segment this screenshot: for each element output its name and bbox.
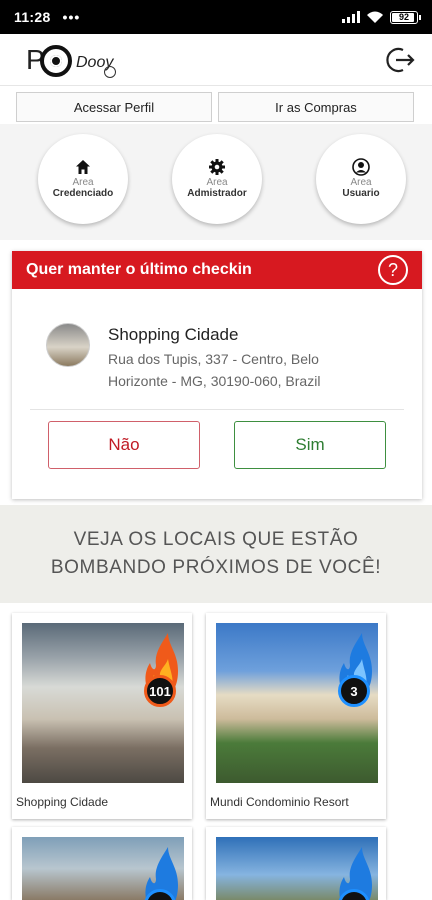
top-buttons: Acessar Perfil Ir as Compras	[16, 92, 414, 122]
checkin-header: Quer manter o último checkin ?	[12, 251, 422, 289]
home-icon	[76, 160, 90, 174]
logout-icon[interactable]	[384, 44, 416, 76]
trending-count: 101	[144, 675, 176, 707]
battery-level: 92	[398, 12, 409, 22]
logo-badge-icon	[104, 66, 116, 78]
trending-badge: 101	[138, 631, 182, 711]
place-photo	[22, 837, 184, 900]
place-card-name: Shopping Cidade	[16, 795, 109, 809]
trending-badge	[138, 845, 182, 900]
app-header: P Dooy	[0, 34, 432, 86]
area-usuario-button[interactable]: Area Usuario	[316, 134, 406, 224]
area-administrador-button[interactable]: Area Admistrador	[172, 134, 262, 224]
trending-badge: 3	[332, 631, 376, 711]
app-logo[interactable]: P Dooy	[26, 42, 136, 80]
status-time: 11:28	[14, 9, 51, 25]
place-card[interactable]: 101 Shopping Cidade	[12, 613, 192, 819]
place-address: Rua dos Tupis, 337 - Centro, Belo Horizo…	[108, 351, 321, 389]
place-photo: 3	[216, 623, 378, 783]
checkin-card: Quer manter o último checkin ? Shopping …	[12, 251, 422, 499]
help-icon[interactable]: ?	[378, 255, 408, 285]
area-selector: Area Credenciado Area Admistrador Area U…	[0, 124, 432, 240]
place-card[interactable]	[206, 827, 386, 900]
status-icons: 92	[342, 10, 421, 24]
places-grid: 101 Shopping Cidade 3 Mundi Condominio R…	[0, 603, 432, 900]
promo-line-1: VEJA OS LOCAIS QUE ESTÃO	[73, 529, 359, 550]
place-photo: 101	[22, 623, 184, 783]
gear-icon	[209, 159, 225, 175]
yes-button[interactable]: Sim	[234, 421, 386, 469]
wifi-icon	[367, 11, 383, 23]
checkin-title: Quer manter o último checkin	[26, 261, 252, 278]
promo-line-2: BOMBANDO PRÓXIMOS DE VOCÊ!	[50, 557, 382, 578]
status-bar: 11:28 ••• 92	[0, 0, 432, 34]
trending-badge	[332, 845, 376, 900]
battery-icon: 92	[390, 10, 421, 24]
user-icon	[352, 158, 370, 176]
place-card-name: Mundi Condominio Resort	[210, 795, 349, 809]
signal-icon	[342, 11, 360, 23]
promo-banner: VEJA OS LOCAIS QUE ESTÃO BOMBANDO PRÓXIM…	[0, 505, 432, 603]
profile-button[interactable]: Acessar Perfil	[16, 92, 212, 122]
place-name: Shopping Cidade	[108, 325, 239, 344]
place-card[interactable]	[12, 827, 192, 900]
no-button[interactable]: Não	[48, 421, 200, 469]
trending-count: 3	[338, 675, 370, 707]
shopping-button[interactable]: Ir as Compras	[218, 92, 414, 122]
status-notification-dots: •••	[62, 9, 81, 25]
divider	[30, 409, 404, 410]
place-card[interactable]: 3 Mundi Condominio Resort	[206, 613, 386, 819]
place-photo	[216, 837, 378, 900]
place-avatar	[46, 323, 90, 367]
target-icon	[40, 45, 72, 77]
area-credenciado-button[interactable]: Area Credenciado	[38, 134, 128, 224]
